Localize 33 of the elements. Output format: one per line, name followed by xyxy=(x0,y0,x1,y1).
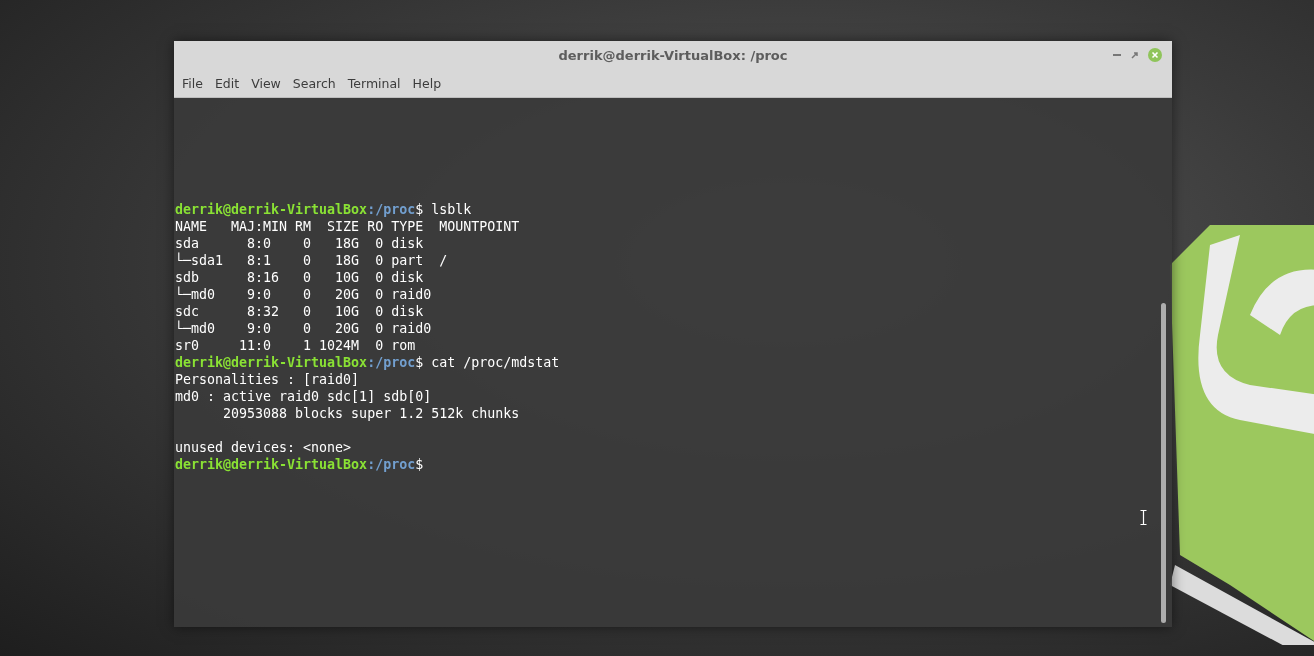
terminal-command: $ cat /proc/mdstat xyxy=(415,355,560,370)
terminal-output: 20953088 blocks super 1.2 512k chunks xyxy=(222,406,520,421)
terminal-output: NAME MAJ:MIN RM SIZE RO TYPE MOUNTPOINT xyxy=(175,219,520,234)
terminal-output: sr0 11:0 1 1024M 0 rom xyxy=(175,338,416,353)
prompt-user-host: derrik@derrik-VirtualBox xyxy=(175,202,368,217)
menu-item[interactable]: Edit xyxy=(208,76,246,91)
terminal-command: $ xyxy=(415,457,424,472)
prompt-path: :/proc xyxy=(367,202,416,217)
terminal-output: md0 : active raid0 sdc[1] sdb[0] xyxy=(175,389,432,404)
terminal-output: sdc 8:32 0 10G 0 disk xyxy=(175,304,424,319)
window-title: derrik@derrik-VirtualBox: /proc xyxy=(558,48,788,63)
terminal-output: sda 8:0 0 18G 0 disk xyxy=(175,236,424,251)
menu-item[interactable]: File xyxy=(176,76,209,91)
terminal-output: Personalities : [raid0] xyxy=(175,372,360,387)
minimize-icon[interactable] xyxy=(1113,53,1121,57)
terminal-output: unused devices: <none> xyxy=(175,440,352,455)
terminal-output: └─md0 9:0 0 20G 0 raid0 xyxy=(175,287,432,302)
maximize-icon[interactable] xyxy=(1131,51,1138,59)
prompt-user-host: derrik@derrik-VirtualBox xyxy=(175,355,368,370)
scrollbar-thumb[interactable] xyxy=(1161,303,1166,623)
prompt-path: :/proc xyxy=(367,457,416,472)
text-cursor-icon xyxy=(1140,510,1147,525)
menu-item[interactable]: Search xyxy=(286,76,342,91)
menu-item[interactable]: View xyxy=(245,76,287,91)
terminal-output: └─sda1 8:1 0 18G 0 part / xyxy=(175,253,448,268)
close-icon[interactable] xyxy=(1148,48,1162,62)
terminal-command: $ lsblk xyxy=(415,202,472,217)
terminal-output: └─md0 9:0 0 20G 0 raid0 xyxy=(175,321,432,336)
menu-item[interactable]: Help xyxy=(406,76,448,91)
prompt-user-host: derrik@derrik-VirtualBox xyxy=(175,457,368,472)
terminal-output: sdb 8:16 0 10G 0 disk xyxy=(175,270,424,285)
prompt-path: :/proc xyxy=(367,355,416,370)
menu-item[interactable]: Terminal xyxy=(341,76,407,91)
